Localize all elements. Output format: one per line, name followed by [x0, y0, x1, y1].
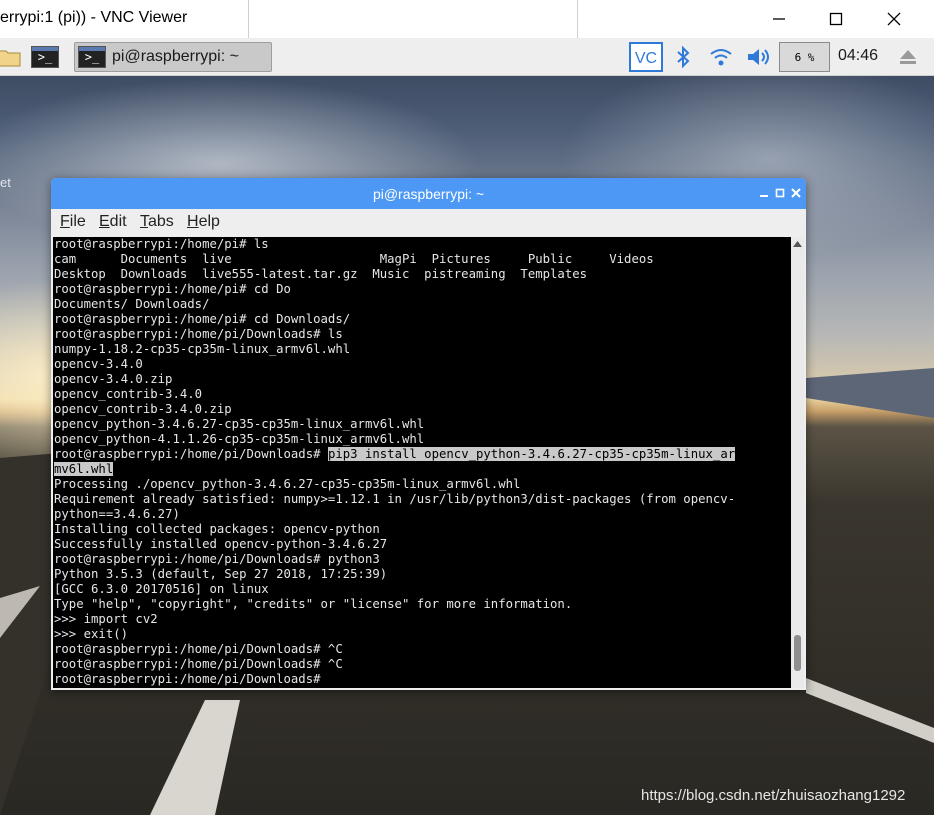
taskbar-task-label: pi@raspberrypi: ~ — [112, 48, 239, 65]
close-icon[interactable] — [789, 186, 803, 200]
clock[interactable]: 04:46 — [838, 47, 878, 65]
maximize-icon[interactable] — [773, 186, 787, 200]
menu-edit[interactable]: Edit — [99, 213, 127, 231]
vnc-icon[interactable]: VC — [628, 42, 664, 72]
menu-help[interactable]: Help — [187, 213, 220, 231]
desktop-icon-label[interactable]: et — [0, 175, 11, 190]
minimize-icon[interactable] — [756, 4, 802, 34]
terminal-menu-bar: File Edit Tabs Help — [51, 209, 806, 236]
taskbar-terminal-task[interactable]: >_ pi@raspberrypi: ~ — [74, 42, 272, 72]
minimize-icon[interactable] — [757, 186, 771, 200]
terminal-lines: root@raspberrypi:/home/pi# ls cam Docume… — [54, 237, 654, 446]
watermark-text: https://blog.csdn.net/zhuisaozhang1292 — [641, 787, 906, 804]
folder-icon[interactable] — [0, 43, 22, 71]
terminal-icon: >_ — [78, 46, 106, 68]
svg-text:VC: VC — [635, 50, 657, 67]
wifi-icon[interactable] — [707, 43, 735, 71]
bluetooth-icon[interactable] — [672, 43, 694, 71]
scrollbar-thumb[interactable] — [794, 635, 801, 671]
selected-command: pip3 install opencv_python-3.4.6.27-cp35… — [327, 447, 736, 461]
cpu-usage-label: 6 % — [794, 50, 815, 64]
scroll-up-icon[interactable] — [791, 239, 804, 249]
menu-tabs[interactable]: Tabs — [140, 213, 174, 231]
close-icon[interactable] — [871, 4, 917, 34]
eject-icon[interactable] — [897, 43, 919, 71]
terminal-output[interactable]: root@raspberrypi:/home/pi# ls cam Docume… — [53, 237, 791, 688]
terminal-window: pi@raspberrypi: ~ File Edit Tabs Help ro… — [51, 178, 806, 690]
terminal-prompt: root@raspberrypi:/home/pi/Downloads# — [54, 447, 328, 461]
taskbar: >_ >_ pi@raspberrypi: ~ VC 6 % 04:46 — [0, 38, 934, 76]
vnc-window-title: errypi:1 (pi)) - VNC Viewer — [0, 9, 188, 26]
menu-file[interactable]: File — [60, 213, 86, 231]
terminal-title-bar[interactable]: pi@raspberrypi: ~ — [51, 178, 806, 209]
maximize-icon[interactable] — [813, 4, 859, 34]
vnc-toolbar-dropdown[interactable] — [248, 0, 578, 42]
terminal-lines: Processing ./opencv_python-3.4.6.27-cp35… — [54, 477, 736, 686]
terminal-title: pi@raspberrypi: ~ — [372, 186, 485, 202]
cpu-monitor[interactable]: 6 % — [779, 42, 830, 72]
selected-command-wrap: mv6l.whl — [54, 462, 114, 476]
terminal-scrollbar[interactable] — [791, 237, 804, 688]
volume-icon[interactable] — [744, 43, 772, 71]
terminal-icon[interactable]: >_ — [29, 43, 61, 71]
vnc-title-bar: errypi:1 (pi)) - VNC Viewer — [0, 0, 934, 42]
